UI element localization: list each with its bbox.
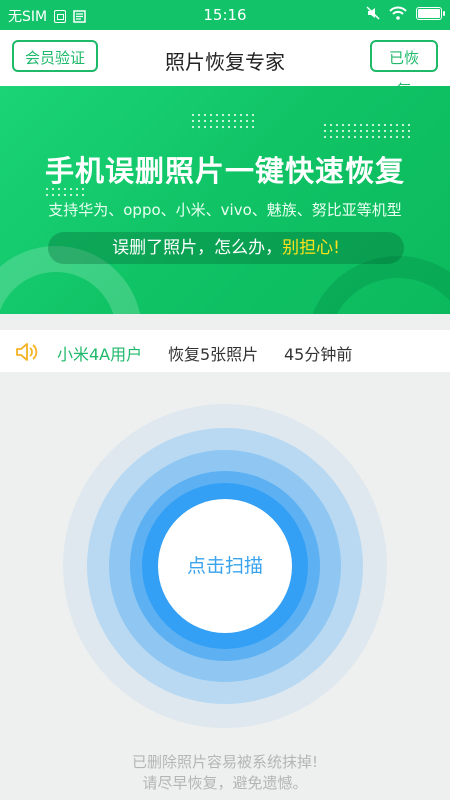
notice-time: 45分钟前 [284,345,353,364]
banner-subtitle: 支持华为、oppo、小米、vivo、魅族、努比亚等机型 [48,201,402,219]
battery-icon [416,6,445,20]
pill-highlight: 别担心! [282,238,340,258]
warning-line-2: 请尽早恢复，避免遗憾。 [142,774,308,792]
speaker-icon [16,343,38,361]
promo-banner: 手机误删照片一键快速恢复 支持华为、oppo、小米、vivo、魅族、努比亚等机型… [0,86,450,314]
banner-decor [322,122,410,142]
scan-button[interactable]: 点击扫描 [158,499,292,633]
wifi-icon [389,6,407,20]
app-header: 会员验证 照片恢复专家 已恢复 [0,30,450,99]
warning-line-1: 已删除照片容易被系统抹掉! [131,753,318,771]
banner-headline: 手机误删照片一键快速恢复 [44,154,405,188]
status-bar: 无SIM 15:16 [0,0,450,30]
scan-area: 点击扫描 已删除照片容易被系统抹掉! 请尽早恢复，避免遗憾。 [0,372,450,800]
pill-text: 误删了照片，怎么办， [112,238,283,258]
mute-icon [366,6,380,20]
banner-decor [190,112,256,132]
notice-action: 恢复5张照片 [168,345,259,364]
banner-decor [306,256,450,314]
banner-pill: 误删了照片，怎么办，别担心! [48,232,404,264]
recovery-notice: 小米4A用户 恢复5张照片 45分钟前 [0,330,450,372]
recovered-button[interactable]: 已恢复 [370,40,438,99]
status-right [366,6,445,20]
notice-user: 小米4A用户 [57,345,143,364]
